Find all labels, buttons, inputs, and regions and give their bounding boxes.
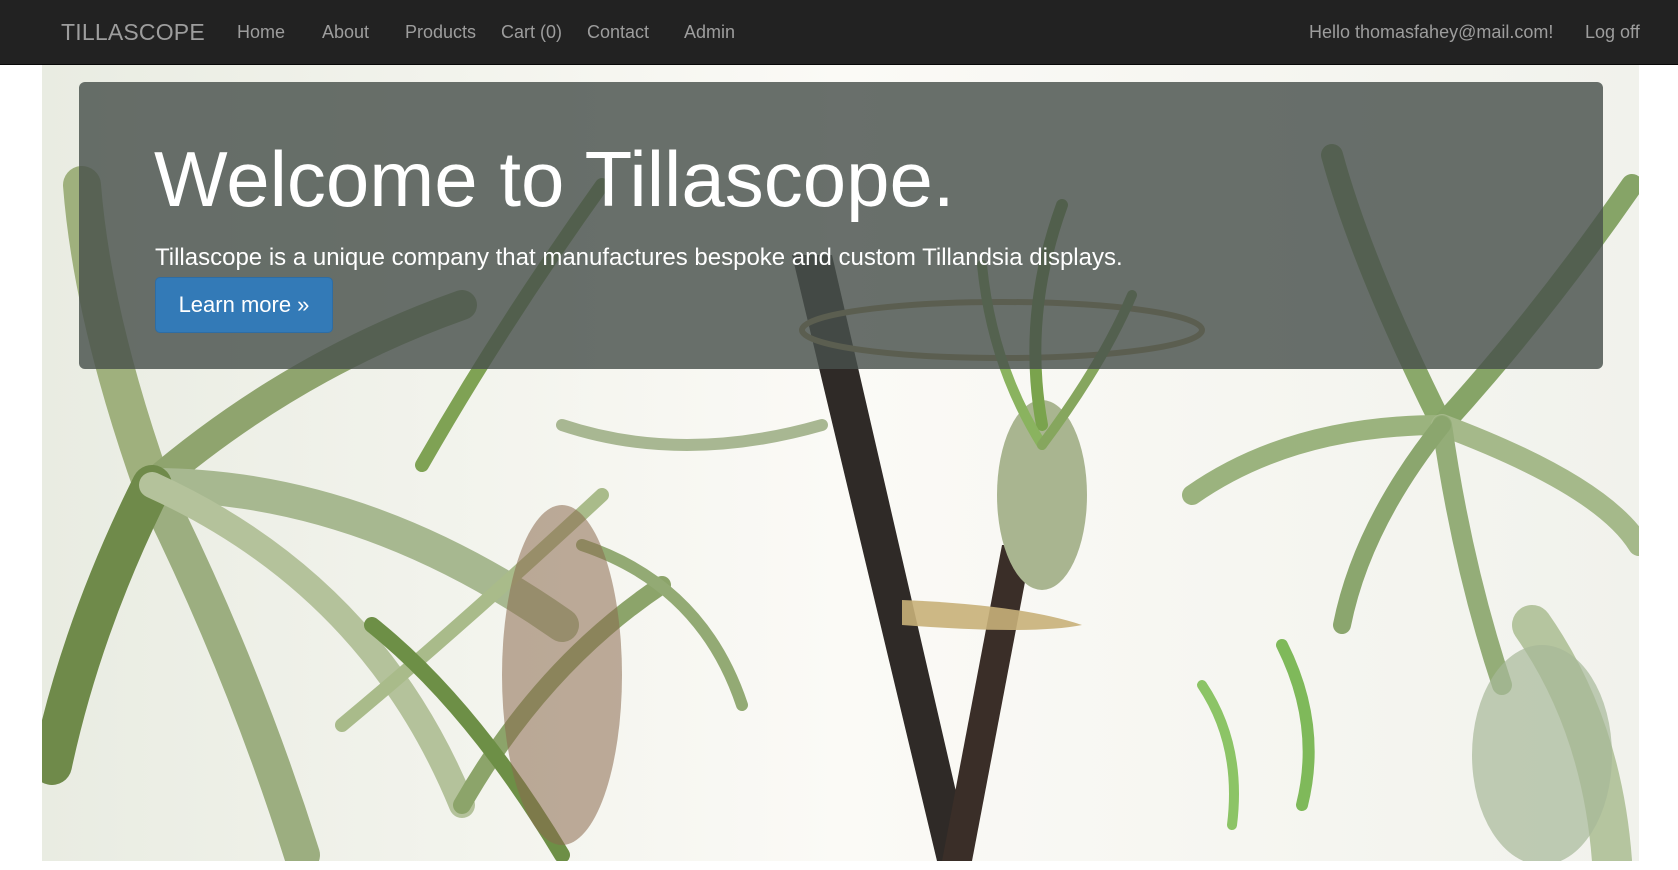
learn-more-button[interactable]: Learn more » bbox=[155, 277, 333, 333]
logoff-link[interactable]: Log off bbox=[1585, 22, 1640, 43]
brand-link[interactable]: TILLASCOPE bbox=[61, 19, 205, 46]
nav-products[interactable]: Products bbox=[405, 22, 476, 43]
nav-contact[interactable]: Contact bbox=[587, 22, 649, 43]
nav-home[interactable]: Home bbox=[237, 22, 285, 43]
top-navbar: TILLASCOPE Home About Products Cart (0) … bbox=[0, 0, 1678, 65]
user-greeting-link[interactable]: Hello thomasfahey@mail.com! bbox=[1309, 22, 1553, 43]
jumbotron: Welcome to Tillascope. Tillascope is a u… bbox=[79, 82, 1603, 369]
nav-cart[interactable]: Cart (0) bbox=[501, 22, 562, 43]
nav-about[interactable]: About bbox=[322, 22, 369, 43]
hero-title: Welcome to Tillascope. bbox=[154, 135, 955, 223]
hero-lead: Tillascope is a unique company that manu… bbox=[155, 244, 1123, 271]
nav-admin[interactable]: Admin bbox=[684, 22, 735, 43]
